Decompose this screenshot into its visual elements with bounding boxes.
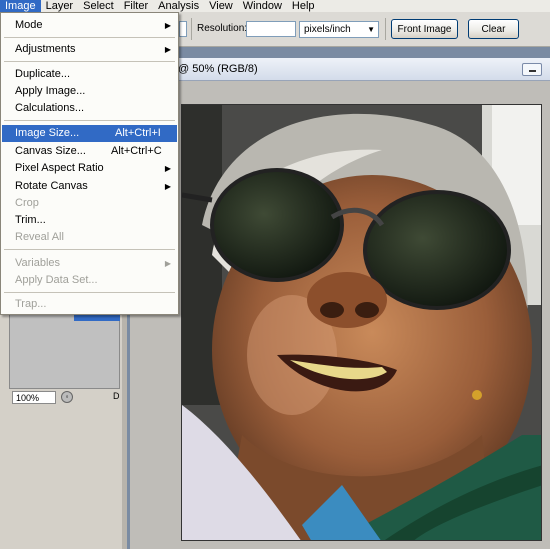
menu-divider [4,61,175,62]
menu-image[interactable]: Image [0,0,41,12]
menu-item-label: Reveal All [15,231,64,243]
submenu-arrow-icon: ▶ [164,45,171,54]
menu-divider [4,292,175,293]
menu-divider [4,120,175,121]
menu-item-label: Image Size... [15,127,80,139]
resolution-label: Resolution: [197,23,248,34]
resolution-units-select[interactable]: pixels/inch ▼ [299,21,379,38]
menu-item-duplicate[interactable]: Duplicate... [2,66,177,83]
submenu-arrow-icon: ▶ [164,21,171,30]
menu-item-label: Canvas Size... [15,145,86,157]
menu-item-label: Trap... [15,298,47,310]
menu-help[interactable]: Help [287,0,320,12]
resolution-units-value: pixels/inch [304,24,351,35]
menu-item-calculations[interactable]: Calculations... [2,100,177,117]
menu-item-apply-image[interactable]: Apply Image... [2,83,177,100]
menu-item-adjustments[interactable]: Adjustments ▶ [2,41,177,58]
front-image-button[interactable]: Front Image [391,19,458,39]
submenu-arrow-icon: ▶ [164,259,171,268]
menu-view[interactable]: View [204,0,238,12]
menu-divider [4,37,175,38]
menu-item-label: Apply Image... [15,85,86,97]
navigator-zoom-bar: 100% ◦ D [9,388,120,407]
menu-item-reveal-all: Reveal All [2,229,177,246]
submenu-arrow-icon: ▶ [164,182,171,191]
menu-item-label: Adjustments [15,43,76,55]
menu-window[interactable]: Window [238,0,287,12]
menu-divider [4,249,175,250]
menu-item-label: Pixel Aspect Ratio [15,162,104,174]
menu-item-label: Rotate Canvas [15,180,88,192]
menu-analysis[interactable]: Analysis [153,0,204,12]
document-titlebar[interactable]: @ 50% (RGB/8) [130,58,550,81]
document-image[interactable] [181,104,542,541]
menu-item-label: Crop [15,197,39,209]
toolbar-separator [385,18,386,40]
menu-item-image-size[interactable]: Image Size... Alt+Ctrl+I [2,125,177,142]
menu-item-label: Trim... [15,214,46,226]
menu-item-variables: Variables ▶ [2,255,177,272]
menu-item-label: Mode [15,19,43,31]
toolbar-separator [191,18,192,40]
menu-item-apply-data-set: Apply Data Set... [2,272,177,289]
menu-item-label: Variables [15,257,61,269]
menu-item-rotate-canvas[interactable]: Rotate Canvas ▶ [2,178,177,195]
zoom-out-icon[interactable]: ◦ [61,391,73,403]
menu-layer[interactable]: Layer [41,0,79,12]
resolution-input[interactable] [246,21,296,37]
menu-item-label: Apply Data Set... [15,274,98,286]
menu-item-canvas-size[interactable]: Canvas Size... Alt+Ctrl+C [2,143,177,160]
menu-filter[interactable]: Filter [119,0,153,12]
clear-button[interactable]: Clear [468,19,519,39]
navigator-zoom-field[interactable]: 100% [12,391,56,404]
menu-item-shortcut: Alt+Ctrl+I [115,127,161,139]
submenu-arrow-icon: ▶ [164,164,171,173]
menu-item-pixel-aspect-ratio[interactable]: Pixel Aspect Ratio ▶ [2,160,177,177]
menu-item-label: Duplicate... [15,68,71,80]
height-field[interactable] [179,21,187,37]
chevron-down-icon: ▼ [367,25,375,34]
menu-select[interactable]: Select [78,0,119,12]
minimize-button[interactable] [522,63,542,76]
menu-item-mode[interactable]: Mode ▶ [2,17,177,34]
portrait-photo [182,105,541,540]
navigator-label-fragment: D [113,391,120,401]
image-menu-dropdown: Mode ▶ Adjustments ▶ Duplicate... Apply … [0,12,179,315]
menu-item-trap: Trap... [2,296,177,313]
document-title: @ 50% (RGB/8) [178,63,258,75]
menu-item-shortcut: Alt+Ctrl+C [111,145,162,157]
minimize-icon [529,70,536,72]
menu-item-label: Calculations... [15,102,85,114]
menu-bar: Image Layer Select Filter Analysis View … [0,0,550,12]
menu-item-crop: Crop [2,195,177,212]
menu-item-trim[interactable]: Trim... [2,212,177,229]
